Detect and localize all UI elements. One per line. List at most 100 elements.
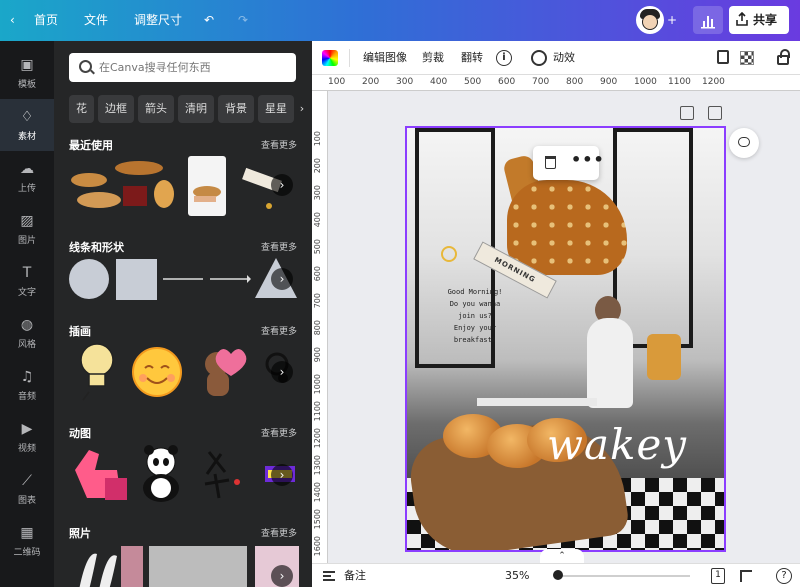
redo-icon[interactable]: ↷ (238, 0, 248, 41)
smiley-illustration[interactable] (132, 347, 182, 397)
suggestion-chip[interactable]: 箭头 (138, 95, 174, 123)
suggestion-chip[interactable]: 花 (69, 95, 94, 123)
undo-icon[interactable]: ↶ (204, 0, 214, 41)
croissant-basket[interactable] (647, 334, 681, 380)
greeting-line: Good Morning! (447, 288, 503, 296)
photos-next-button[interactable]: › (271, 565, 293, 587)
ruler-tick-label: 200 (362, 77, 380, 87)
ruler-tick-label: 100 (328, 77, 346, 87)
more-options-icon[interactable]: ••• (571, 150, 605, 169)
lightbulb-illustration[interactable] (80, 343, 114, 401)
suggestion-chip[interactable]: 清明 (178, 95, 214, 123)
wakey-headline[interactable]: wakey (547, 420, 687, 469)
panda-sticker[interactable] (143, 445, 179, 502)
suggestion-chip[interactable]: 背景 (218, 95, 254, 123)
help-icon[interactable]: ? (776, 568, 792, 584)
info-icon[interactable]: i (496, 50, 512, 66)
notes-expand-handle[interactable]: ⌃ (540, 549, 584, 563)
flip-button[interactable]: 翻转 (461, 41, 483, 75)
recent-bread-thumb[interactable] (69, 156, 179, 216)
zoom-level[interactable]: 35% (505, 564, 529, 587)
chips-next-icon[interactable]: › (294, 95, 310, 123)
animate-button[interactable]: 动效 (553, 41, 575, 75)
notes-icon[interactable] (323, 571, 335, 581)
rail-item[interactable]: ⟋ 图表 (0, 463, 54, 515)
resize-menu[interactable]: 调整尺寸 (134, 0, 182, 41)
ruler-tick-label: 800 (566, 77, 584, 87)
recent-hand-bread-thumb[interactable] (188, 156, 226, 216)
greeting-line: Do you wanna (449, 300, 501, 308)
see-more-animated[interactable]: 查看更多 (261, 426, 297, 439)
circle-shape[interactable] (69, 259, 109, 299)
smiley-sticker[interactable] (441, 246, 457, 262)
rail-item[interactable]: ▦ 二维码 (0, 515, 54, 567)
rail-item[interactable]: T 文字 (0, 255, 54, 307)
insights-button[interactable] (693, 6, 723, 34)
rail-item[interactable]: ♫ 音频 (0, 359, 54, 411)
cat-photo[interactable] (149, 546, 247, 587)
suggestion-chip[interactable]: 边框 (98, 95, 134, 123)
ruler-tick-label: 500 (464, 77, 482, 87)
ruler-tick-label: 400 (430, 77, 448, 87)
audio-icon: ♫ (20, 369, 34, 385)
zoom-slider-knob[interactable] (553, 570, 563, 580)
see-more-shapes[interactable]: 查看更多 (261, 240, 297, 253)
white-shapes-photo[interactable] (79, 553, 117, 587)
illustrations-preview (80, 343, 289, 401)
rail-item[interactable]: ▶ 视频 (0, 411, 54, 463)
see-more-recent[interactable]: 查看更多 (261, 138, 297, 151)
rail-item-label: 模板 (17, 80, 36, 90)
file-menu[interactable]: 文件 (84, 0, 108, 41)
edit-image-button[interactable]: 编辑图像 (363, 41, 407, 75)
search-input[interactable] (99, 57, 289, 78)
rail-item[interactable]: ♢ 素材 (0, 99, 54, 151)
see-more-illustrations[interactable]: 查看更多 (261, 324, 297, 337)
rail-item[interactable]: ◍ 风格 (0, 307, 54, 359)
lock-icon[interactable] (777, 49, 790, 65)
toolbar-divider (349, 49, 350, 67)
calligraphy-sticker[interactable] (204, 451, 240, 499)
trash-icon[interactable] (545, 156, 556, 169)
paint-roller-icon[interactable] (717, 50, 729, 64)
rail-item[interactable]: ▨ 图片 (0, 203, 54, 255)
thumbs-up-sticker[interactable] (75, 450, 127, 500)
add-page-icon[interactable] (708, 106, 722, 120)
shapes-next-button[interactable]: › (271, 268, 293, 290)
bottom-bar: 备注 35% 1 ? (312, 563, 800, 587)
floating-context-menu: ••• (533, 146, 604, 180)
rail-item[interactable]: ▣ 模板 (0, 47, 54, 99)
ruler-tick-label: 1200 (702, 77, 725, 87)
illustrations-next-button[interactable]: › (271, 361, 293, 383)
transparency-icon[interactable] (740, 51, 754, 65)
bear-heart-illustration[interactable] (205, 349, 247, 396)
add-comment-button[interactable] (729, 128, 759, 158)
home-menu[interactable]: 首页 (34, 0, 58, 41)
elements-icon: ♢ (20, 109, 34, 125)
invite-plus-icon[interactable]: + (667, 0, 677, 41)
share-button[interactable]: 共享 (729, 6, 789, 34)
pink-brush-photo[interactable] (121, 546, 143, 587)
greeting-text[interactable]: Good Morning! Do you wanna join us? Enjo… (435, 286, 515, 346)
page-count-button[interactable]: 1 (711, 568, 725, 584)
zoom-slider[interactable] (553, 570, 690, 580)
left-rail: ▣ 模板 ♢ 素材 ☁ 上传 ▨ 图片 T 文字 ◍ 风格 ♫ 音频 ▶ 视频 ⟋ 图表 ▦ 二维码 (0, 41, 54, 587)
back-chevron-icon[interactable]: ‹ (10, 0, 15, 41)
see-more-photos[interactable]: 查看更多 (261, 526, 297, 539)
search-box[interactable] (69, 53, 296, 82)
color-picker-icon[interactable] (322, 50, 338, 66)
rail-item[interactable]: ☁ 上传 (0, 151, 54, 203)
duplicate-page-icon[interactable] (680, 106, 694, 120)
recent-next-button[interactable]: › (271, 174, 293, 196)
ruler-tick-label: 500 (313, 239, 322, 255)
fullscreen-icon[interactable] (740, 570, 752, 582)
square-shape[interactable] (116, 259, 157, 300)
animated-next-button[interactable]: › (271, 464, 293, 486)
notes-button[interactable]: 备注 (344, 564, 366, 587)
photos-icon: ▨ (20, 213, 34, 229)
suggestion-chip[interactable]: 星星 (258, 95, 294, 123)
design-page[interactable]: MORNING Good Morning! Do you wanna join … (405, 126, 726, 552)
crop-button[interactable]: 剪裁 (422, 41, 444, 75)
avatar[interactable] (636, 6, 664, 34)
qr-code-icon: ▦ (20, 525, 34, 541)
ruler-tick-label: 900 (600, 77, 618, 87)
